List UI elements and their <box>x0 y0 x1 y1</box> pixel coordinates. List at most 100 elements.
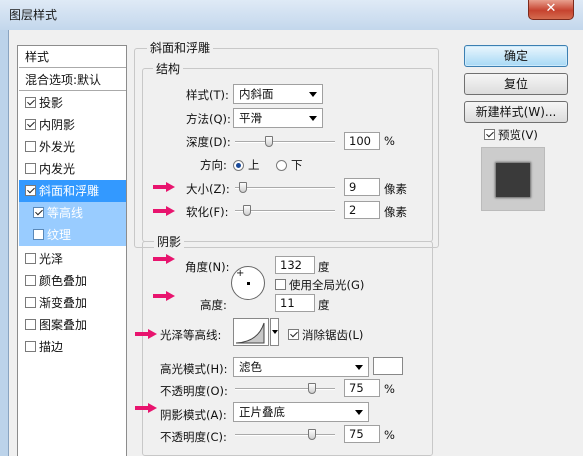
structure-title: 结构 <box>153 60 184 77</box>
shadow-opacity-unit: % <box>384 428 395 442</box>
checkbox-icon[interactable] <box>25 141 36 152</box>
style-select[interactable]: 内斜面 <box>233 84 323 104</box>
pink-arrow-icon <box>153 206 175 216</box>
contour-curve-icon <box>235 322 265 344</box>
slider-thumb[interactable] <box>243 205 251 216</box>
ok-button[interactable]: 确定 <box>464 45 568 67</box>
altitude-unit: 度 <box>318 298 330 312</box>
shadow-opacity-input[interactable]: 75 <box>344 425 380 443</box>
style-label: 样式(T): <box>186 88 229 102</box>
radio-selected-icon[interactable] <box>233 160 244 171</box>
checkbox-icon[interactable] <box>275 279 286 290</box>
checkbox-icon[interactable] <box>25 119 36 130</box>
method-select[interactable]: 平滑 <box>233 108 323 128</box>
style-item-satin[interactable]: 光泽 <box>19 248 126 270</box>
pink-arrow-icon <box>153 254 175 264</box>
checkbox-icon[interactable] <box>25 163 36 174</box>
shadow-opacity-slider[interactable] <box>235 429 335 440</box>
highlight-color-swatch[interactable] <box>373 357 403 375</box>
style-item-gradient-overlay[interactable]: 渐变叠加 <box>19 292 126 314</box>
checkbox-icon[interactable] <box>33 207 44 218</box>
depth-unit: % <box>384 134 395 148</box>
style-item-outer-glow[interactable]: 外发光 <box>19 136 126 158</box>
soften-unit: 像素 <box>384 205 407 219</box>
altitude-label: 高度: <box>200 298 227 312</box>
pink-arrow-icon <box>153 182 175 192</box>
checkbox-icon[interactable] <box>484 129 495 140</box>
global-light-option[interactable]: 使用全局光(G) <box>275 277 364 293</box>
checkbox-icon[interactable] <box>25 275 36 286</box>
highlight-opacity-input[interactable]: 75 <box>344 379 380 397</box>
size-slider[interactable] <box>235 182 335 193</box>
close-button[interactable]: ✕ <box>528 0 574 20</box>
soften-input[interactable]: 2 <box>344 201 380 219</box>
shading-title: 阴影 <box>154 233 185 250</box>
gloss-contour-label: 光泽等高线: <box>160 328 222 342</box>
dialog-body: 样式 混合选项:默认 投影 内阴影 外发光 内发光 斜面和浮雕 等高线 纹理 光… <box>8 30 583 456</box>
chevron-down-icon <box>272 330 278 334</box>
angle-label: 角度(N): <box>185 260 230 274</box>
style-item-inner-shadow[interactable]: 内阴影 <box>19 114 126 136</box>
checkbox-icon[interactable] <box>25 319 36 330</box>
style-item-drop-shadow[interactable]: 投影 <box>19 92 126 114</box>
checkbox-icon[interactable] <box>25 185 36 196</box>
soften-label: 软化(F): <box>186 205 229 219</box>
style-item-texture[interactable]: 纹理 <box>19 224 126 246</box>
antialias-option[interactable]: 消除锯齿(L) <box>288 327 363 343</box>
style-item-bevel-emboss[interactable]: 斜面和浮雕 <box>19 180 126 202</box>
checkbox-icon[interactable] <box>25 253 36 264</box>
method-label: 方法(Q): <box>186 112 231 126</box>
pink-arrow-icon <box>135 403 157 413</box>
styles-list: 样式 混合选项:默认 投影 内阴影 外发光 内发光 斜面和浮雕 等高线 纹理 光… <box>17 45 127 456</box>
size-input[interactable]: 9 <box>344 178 380 196</box>
depth-slider[interactable] <box>235 136 335 147</box>
shadow-mode-select[interactable]: 正片叠底 <box>233 402 369 422</box>
depth-input[interactable]: 100 <box>344 132 380 150</box>
checkbox-icon[interactable] <box>25 341 36 352</box>
chevron-down-icon <box>355 365 363 370</box>
direction-up-option[interactable]: 上 <box>233 157 260 173</box>
checkbox-icon[interactable] <box>25 97 36 108</box>
slider-thumb[interactable] <box>239 182 247 193</box>
highlight-opacity-unit: % <box>384 382 395 396</box>
title-bar: 图层样式 ✕ <box>0 0 583 30</box>
shadow-opacity-label: 不透明度(C): <box>160 430 227 444</box>
crosshair-icon: + <box>236 268 245 279</box>
soften-slider[interactable] <box>235 205 335 216</box>
contour-dropdown-button[interactable] <box>270 318 279 346</box>
style-item-inner-glow[interactable]: 内发光 <box>19 158 126 180</box>
pink-arrow-icon <box>135 329 157 339</box>
preview-option[interactable]: 预览(V) <box>484 127 538 143</box>
new-style-button[interactable]: 新建样式(W)... <box>464 101 568 123</box>
window-title: 图层样式 <box>9 8 58 22</box>
highlight-mode-select[interactable]: 滤色 <box>233 357 369 377</box>
blend-options-item[interactable]: 混合选项:默认 <box>19 69 126 91</box>
style-item-stroke[interactable]: 描边 <box>19 336 126 358</box>
chevron-down-icon <box>309 116 317 121</box>
styles-header[interactable]: 样式 <box>19 46 126 68</box>
preview-swatch <box>496 163 530 197</box>
radio-icon[interactable] <box>276 160 287 171</box>
altitude-input[interactable]: 11 <box>275 294 315 312</box>
angle-dial[interactable]: + <box>231 266 265 300</box>
layer-style-dialog: 图层样式 ✕ 样式 混合选项:默认 投影 内阴影 外发光 内发光 斜面和浮雕 等… <box>0 0 583 456</box>
pink-arrow-icon <box>153 291 175 301</box>
angle-input[interactable]: 132 <box>275 256 315 274</box>
slider-thumb[interactable] <box>308 383 316 394</box>
highlight-opacity-slider[interactable] <box>235 383 335 394</box>
checkbox-icon[interactable] <box>33 229 44 240</box>
direction-label: 方向: <box>200 158 227 172</box>
style-item-pattern-overlay[interactable]: 图案叠加 <box>19 314 126 336</box>
direction-down-option[interactable]: 下 <box>276 157 303 173</box>
slider-thumb[interactable] <box>308 429 316 440</box>
checkbox-icon[interactable] <box>288 329 299 340</box>
checkbox-icon[interactable] <box>25 297 36 308</box>
slider-thumb[interactable] <box>265 136 273 147</box>
highlight-mode-label: 高光模式(H): <box>160 362 228 376</box>
chevron-down-icon <box>355 410 363 415</box>
style-item-contour[interactable]: 等高线 <box>19 202 126 224</box>
bevel-emboss-title: 斜面和浮雕 <box>147 39 214 56</box>
reset-button[interactable]: 复位 <box>464 73 568 95</box>
style-item-color-overlay[interactable]: 颜色叠加 <box>19 270 126 292</box>
gloss-contour-picker[interactable] <box>233 318 269 346</box>
